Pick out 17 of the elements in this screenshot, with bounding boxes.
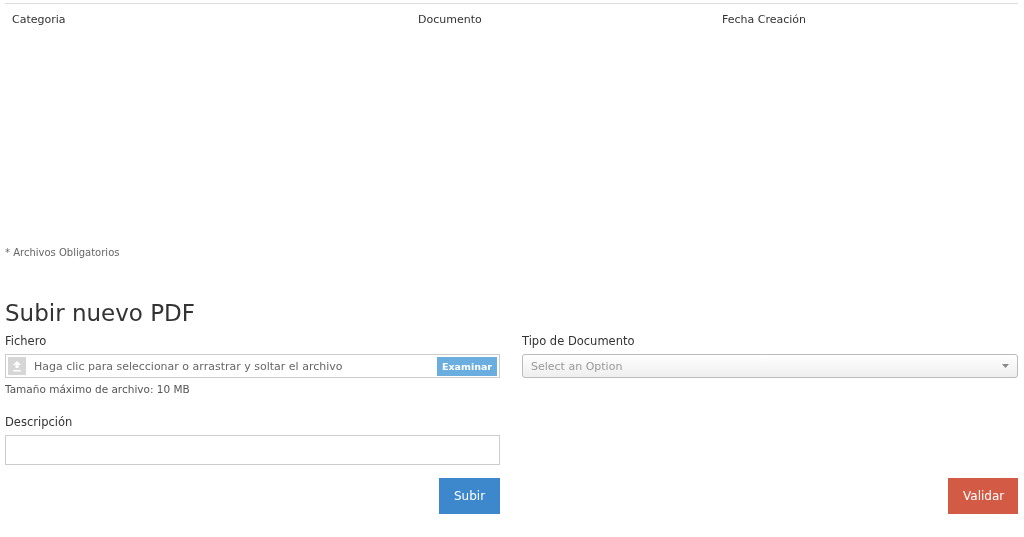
field-label: Descripción — [5, 415, 74, 429]
section-title: Subir nuevo PDF — [5, 300, 197, 326]
upload-icon — [8, 357, 26, 375]
caret-icon — [1002, 364, 1009, 368]
validate-button[interactable]: Validar — [948, 478, 1018, 514]
required-note: * Archivos Obligatorios — [5, 247, 121, 258]
browse-button[interactable]: Examinar — [436, 356, 497, 376]
column-header: Categoria — [12, 13, 66, 26]
field-label: Tipo de Documento — [522, 334, 636, 348]
document-type-select[interactable]: Select an Option — [522, 354, 1018, 378]
column-header: Fecha Creación — [722, 13, 807, 26]
upload-button[interactable]: Subir — [439, 478, 500, 514]
size-hint: Tamaño máximo de archivo: 10 MB — [5, 383, 191, 395]
column-header: Documento — [418, 13, 482, 26]
file-field[interactable]: Haga clic para seleccionar o arrastrar y soltar el archivo Examinar — [5, 354, 500, 378]
description-field[interactable] — [5, 435, 500, 465]
field-label: Fichero — [5, 334, 48, 348]
